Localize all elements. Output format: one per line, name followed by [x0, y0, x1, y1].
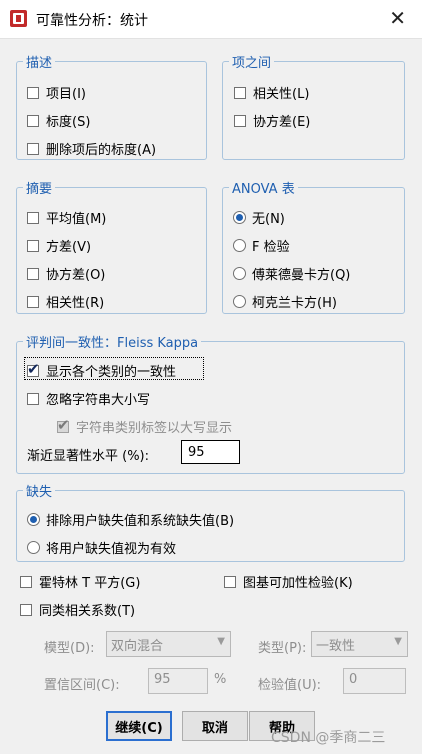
- chevron-down-icon: ▼: [394, 636, 402, 647]
- variances-label: 方差(V): [46, 240, 92, 255]
- radio-dot[interactable]: [233, 239, 246, 252]
- hotelling-label: 霍特林 T 平方(G): [39, 576, 141, 591]
- close-icon[interactable]: ✕: [389, 7, 406, 29]
- model-select: 双向混合 ▼: [106, 631, 231, 657]
- inter-item-covariances-checkbox[interactable]: 协方差(E): [234, 111, 310, 130]
- hotelling-checkbox[interactable]: 霍特林 T 平方(G): [20, 572, 140, 591]
- anova-friedman-radio[interactable]: 傅莱德曼卡方(Q): [233, 264, 350, 283]
- ci-value: 95: [154, 672, 171, 687]
- scale-label: 标度(S): [46, 115, 91, 130]
- means-label: 平均值(M): [46, 212, 107, 227]
- descriptives-legend: 描述: [26, 56, 53, 71]
- checkbox-box[interactable]: [27, 239, 39, 252]
- watermark: CSDN @季商二三: [271, 730, 386, 746]
- significance-label: 渐近显著性水平 (%):: [27, 449, 150, 464]
- checkbox-box[interactable]: [27, 267, 39, 280]
- correlations-label: 相关性(L): [253, 87, 310, 102]
- checkbox-box[interactable]: [27, 211, 39, 224]
- anova-f-test-radio[interactable]: F 检验: [233, 236, 290, 255]
- inter-item-correlations-checkbox[interactable]: 相关性(L): [234, 83, 309, 102]
- test-value: 0: [349, 672, 358, 687]
- anova-none-label: 无(N): [252, 212, 285, 227]
- continue-button[interactable]: 继续(C): [106, 711, 172, 741]
- test-value-input: 0: [343, 668, 406, 694]
- type-value: 一致性: [316, 639, 356, 654]
- uppercase-labels-checkbox: 字符串类别标签以大写显示: [57, 416, 233, 436]
- missing-legend: 缺失: [26, 485, 53, 500]
- model-label: 模型(D):: [44, 641, 95, 656]
- checkbox-box[interactable]: [27, 295, 39, 308]
- checkbox-box[interactable]: [27, 86, 39, 99]
- treat-missing-valid-radio[interactable]: 将用户缺失值视为有效: [27, 538, 176, 557]
- cancel-button[interactable]: 取消: [182, 711, 248, 741]
- icc-checkbox[interactable]: 同类相关系数(T): [20, 600, 135, 619]
- radio-dot[interactable]: [27, 541, 40, 554]
- tukey-checkbox[interactable]: 图基可加性检验(K): [224, 572, 353, 591]
- exclude-missing-radio[interactable]: 排除用户缺失值和系统缺失值(B): [27, 510, 234, 529]
- type-select: 一致性 ▼: [311, 631, 408, 657]
- model-value: 双向混合: [111, 639, 164, 654]
- ignore-case-label: 忽略字符串大小写: [46, 393, 151, 408]
- summary-correlations-label: 相关性(R): [46, 296, 105, 311]
- ci-label: 置信区间(C):: [44, 678, 120, 693]
- title-bar: 可靠性分析：统计 ✕: [0, 0, 422, 39]
- covariances-label: 协方差(E): [253, 115, 311, 130]
- ci-input: 95: [148, 668, 208, 694]
- anova-friedman-label: 傅莱德曼卡方(Q): [252, 268, 351, 283]
- checkbox-box: [57, 416, 70, 434]
- inter-item-legend: 项之间: [232, 56, 272, 71]
- summary-means-checkbox[interactable]: 平均值(M): [27, 208, 106, 227]
- anova-legend: ANOVA 表: [232, 182, 295, 197]
- inter-item-group: 项之间: [222, 52, 405, 160]
- checkbox-box[interactable]: [27, 360, 40, 378]
- summary-variances-checkbox[interactable]: 方差(V): [27, 236, 91, 255]
- show-agreement-checkbox[interactable]: 显示各个类别的一致性: [27, 360, 177, 380]
- radio-dot[interactable]: [233, 211, 246, 224]
- anova-f-test-label: F 检验: [252, 240, 290, 255]
- checkbox-box[interactable]: [27, 392, 39, 405]
- show-agreement-label: 显示各个类别的一致性: [46, 365, 177, 380]
- scale-if-deleted-checkbox[interactable]: 删除项后的标度(A): [27, 139, 156, 158]
- fleiss-kappa-legend: 评判间一致性：Fleiss Kappa: [26, 336, 199, 351]
- summary-covariances-label: 协方差(O): [46, 268, 106, 283]
- app-icon: [10, 10, 27, 27]
- checkbox-box[interactable]: [27, 114, 39, 127]
- test-value-label: 检验值(U):: [258, 678, 322, 693]
- checkbox-box[interactable]: [224, 575, 236, 588]
- ci-unit: %: [214, 672, 227, 687]
- type-label: 类型(P):: [258, 641, 307, 656]
- checkbox-box[interactable]: [20, 575, 32, 588]
- checkbox-box[interactable]: [234, 86, 246, 99]
- scale-checkbox[interactable]: 标度(S): [27, 111, 90, 130]
- radio-dot[interactable]: [233, 295, 246, 308]
- summary-covariances-checkbox[interactable]: 协方差(O): [27, 264, 105, 283]
- scale-if-deleted-label: 删除项后的标度(A): [46, 143, 157, 158]
- ignore-case-checkbox[interactable]: 忽略字符串大小写: [27, 389, 150, 408]
- treat-missing-valid-label: 将用户缺失值视为有效: [46, 542, 177, 557]
- anova-none-radio[interactable]: 无(N): [233, 208, 285, 227]
- window-title: 可靠性分析：统计: [36, 13, 148, 29]
- chevron-down-icon: ▼: [217, 636, 225, 647]
- item-checkbox[interactable]: 项目(I): [27, 83, 86, 102]
- summary-correlations-checkbox[interactable]: 相关性(R): [27, 292, 104, 311]
- checkbox-box[interactable]: [234, 114, 246, 127]
- tukey-label: 图基可加性检验(K): [243, 576, 353, 591]
- summaries-legend: 摘要: [26, 182, 53, 197]
- item-label: 项目(I): [46, 87, 86, 102]
- radio-dot[interactable]: [27, 513, 40, 526]
- radio-dot[interactable]: [233, 267, 246, 280]
- significance-level-input[interactable]: [181, 440, 240, 464]
- anova-cochran-label: 柯克兰卡方(H): [252, 296, 337, 311]
- anova-cochran-radio[interactable]: 柯克兰卡方(H): [233, 292, 337, 311]
- exclude-missing-label: 排除用户缺失值和系统缺失值(B): [46, 514, 235, 529]
- checkbox-box[interactable]: [27, 142, 39, 155]
- checkbox-box[interactable]: [20, 603, 32, 616]
- icc-label: 同类相关系数(T): [39, 604, 136, 619]
- uppercase-labels-label: 字符串类别标签以大写显示: [76, 421, 233, 436]
